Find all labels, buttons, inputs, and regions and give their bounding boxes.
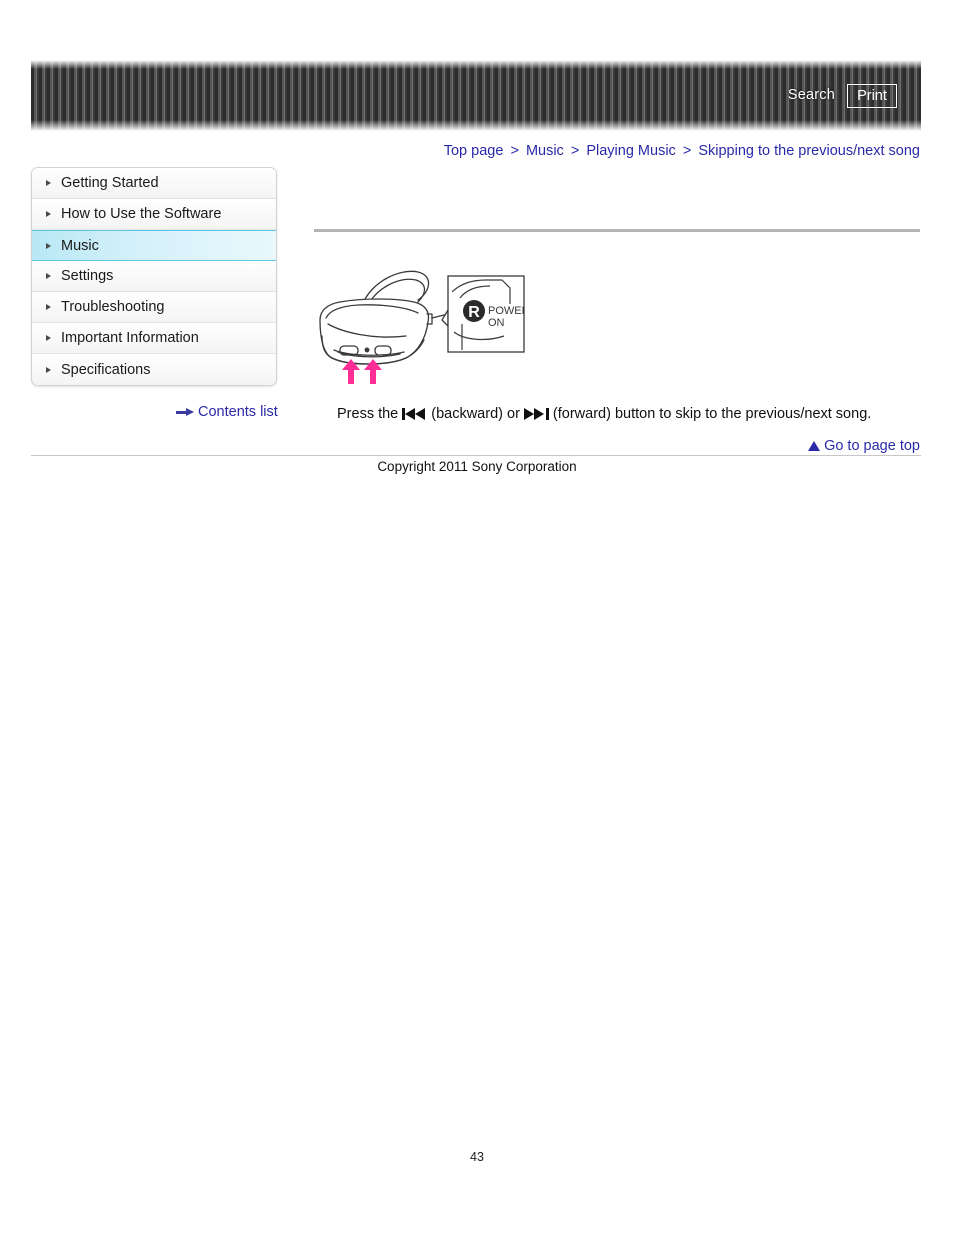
footer-divider: [31, 455, 921, 456]
breadcrumb-separator: >: [570, 143, 580, 159]
header-banner: Search Print: [31, 60, 921, 131]
sidebar-item-label: Troubleshooting: [61, 299, 165, 315]
sidebar-item-important-information[interactable]: Important Information: [32, 323, 276, 354]
bullet-arrow-icon: [46, 335, 51, 341]
sidebar-item-specifications[interactable]: Specifications: [32, 354, 276, 385]
sidebar-item-label: Specifications: [61, 361, 151, 378]
breadcrumb: Top page > Music > Playing Music > Skipp…: [444, 143, 920, 159]
sidebar-item-getting-started[interactable]: Getting Started: [32, 168, 276, 199]
callout-power-label: POWER: [488, 305, 530, 317]
arrow-right-icon: [176, 407, 194, 417]
sidebar-item-troubleshooting[interactable]: Troubleshooting: [32, 292, 276, 323]
instruction-part-2: button to skip to the previous/next song…: [614, 406, 872, 422]
bullet-arrow-icon: [46, 304, 51, 310]
sidebar-item-label: Important Information: [61, 330, 199, 346]
sidebar-nav: Getting Started How to Use the Software …: [31, 167, 277, 386]
page-number: 43: [470, 1150, 484, 1164]
or-label: or: [507, 406, 520, 422]
go-to-page-top-link[interactable]: Go to page top: [808, 438, 920, 454]
bullet-arrow-icon: [46, 366, 51, 373]
breadcrumb-item-top-page[interactable]: Top page: [444, 143, 504, 159]
breadcrumb-item-current-page[interactable]: Skipping to the previous/next song: [698, 143, 920, 159]
sidebar-item-label: Getting Started: [61, 175, 159, 191]
breadcrumb-separator: >: [682, 143, 692, 159]
triangle-up-icon: [808, 441, 821, 451]
search-label[interactable]: Search: [788, 87, 835, 103]
sidebar-item-label: Music: [61, 237, 99, 254]
bullet-arrow-icon: [46, 211, 51, 217]
backward-label: (backward): [431, 406, 503, 422]
skip-backward-icon: [402, 408, 427, 420]
callout-badge-r: R: [468, 304, 480, 321]
sidebar-item-music[interactable]: Music: [32, 230, 276, 261]
bullet-arrow-icon: [46, 180, 51, 186]
forward-label: (forward): [552, 406, 611, 422]
skip-forward-icon: [523, 408, 549, 420]
contents-list-label: Contents list: [198, 404, 278, 420]
content-divider: [314, 229, 920, 232]
sidebar-item-how-to-use-the-software[interactable]: How to Use the Software: [32, 199, 276, 230]
callout-on-label: ON: [488, 317, 505, 329]
device-illustration: R POWER ON: [314, 258, 544, 388]
copyright-notice: Copyright 2011 Sony Corporation: [377, 459, 577, 474]
breadcrumb-item-music[interactable]: Music: [526, 143, 564, 159]
instruction-part-1: Press the: [337, 406, 399, 422]
sidebar-item-label: Settings: [61, 268, 114, 284]
bullet-arrow-icon: [46, 242, 51, 249]
instruction-text: Press the (backward) or (forward) button…: [337, 406, 871, 422]
go-to-page-top-label: Go to page top: [824, 438, 920, 454]
sidebar-item-label: How to Use the Software: [61, 206, 222, 222]
contents-list-link[interactable]: Contents list: [176, 404, 278, 420]
sidebar-item-settings[interactable]: Settings: [32, 261, 276, 292]
breadcrumb-separator: >: [510, 143, 519, 159]
breadcrumb-item-playing-music[interactable]: Playing Music: [586, 143, 675, 159]
print-button[interactable]: Print: [847, 84, 897, 108]
bullet-arrow-icon: [46, 273, 51, 279]
